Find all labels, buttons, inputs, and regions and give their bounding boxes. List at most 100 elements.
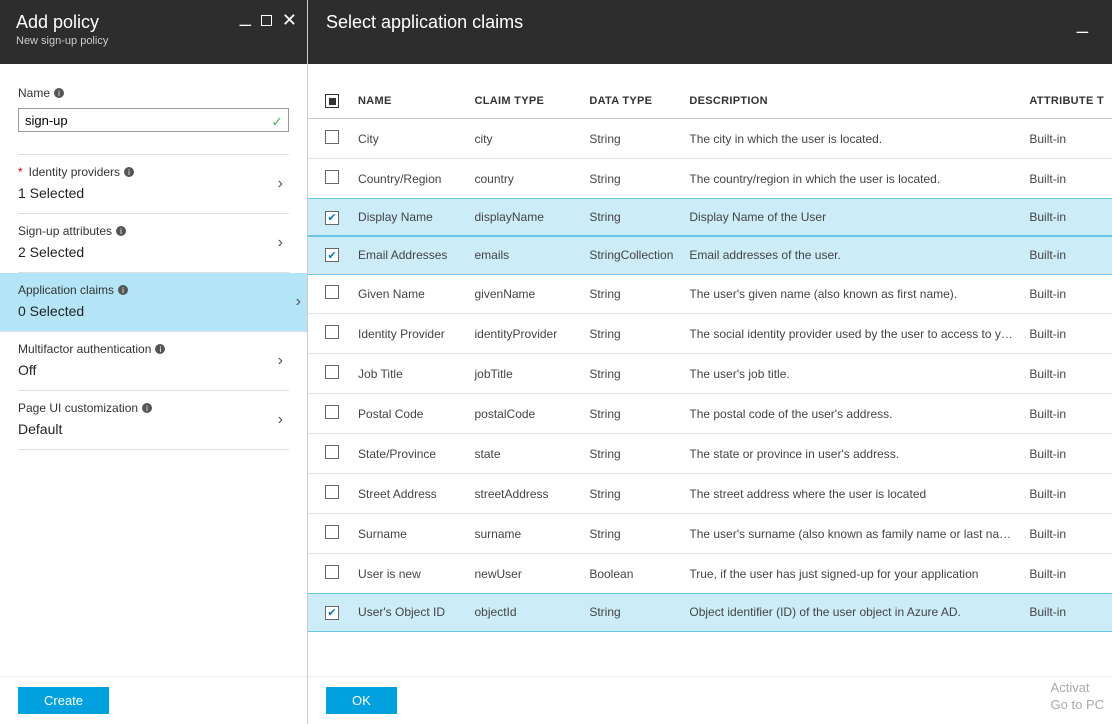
select-all-checkbox[interactable] xyxy=(325,94,339,108)
row-checkbox[interactable] xyxy=(325,485,339,499)
name-input-wrap: ✓ xyxy=(18,102,289,132)
table-row[interactable]: Display NamedisplayNameStringDisplay Nam… xyxy=(308,199,1112,237)
row-checkbox[interactable] xyxy=(325,285,339,299)
section-label-text: Sign-up attributes xyxy=(18,224,112,238)
cell-data-type: String xyxy=(581,394,681,434)
row-checkbox[interactable] xyxy=(325,248,339,262)
section-label-text: Page UI customization xyxy=(18,401,138,415)
close-icon[interactable]: ✕ xyxy=(282,11,297,29)
row-checkbox[interactable] xyxy=(325,365,339,379)
create-button[interactable]: Create xyxy=(18,687,109,714)
cell-name: State/Province xyxy=(350,434,466,474)
maximize-icon[interactable] xyxy=(261,15,272,26)
col-name[interactable]: NAME xyxy=(350,84,466,119)
cell-attribute: Built-in xyxy=(1021,199,1112,237)
col-claim-type[interactable]: CLAIM TYPE xyxy=(467,84,582,119)
cell-data-type: String xyxy=(581,274,681,314)
cell-description: The user's given name (also known as fir… xyxy=(681,274,1021,314)
table-row[interactable]: Street AddressstreetAddressStringThe str… xyxy=(308,474,1112,514)
section-value: 0 Selected xyxy=(18,303,289,319)
row-checkbox[interactable] xyxy=(325,170,339,184)
cell-claim-type: givenName xyxy=(467,274,582,314)
section-label-text: Multifactor authentication xyxy=(18,342,151,356)
cell-name: Job Title xyxy=(350,354,466,394)
add-policy-panel: Add policy New sign-up policy _ ✕ Name i… xyxy=(0,0,308,724)
cell-data-type: StringCollection xyxy=(581,236,681,274)
cell-name: Email Addresses xyxy=(350,236,466,274)
cell-name: Surname xyxy=(350,514,466,554)
section-label: Multifactor authentication i xyxy=(18,342,289,356)
cell-claim-type: newUser xyxy=(467,554,582,594)
left-panel-footer: Create xyxy=(0,676,307,724)
section-label: *Identity providersi xyxy=(18,165,289,179)
info-icon[interactable]: i xyxy=(124,167,134,177)
chevron-right-icon: › xyxy=(278,175,283,193)
right-panel-header: Select application claims _ xyxy=(308,0,1112,64)
section-label: Page UI customization i xyxy=(18,401,289,415)
col-data-type[interactable]: DATA TYPE xyxy=(581,84,681,119)
cell-data-type: String xyxy=(581,594,681,632)
row-checkbox[interactable] xyxy=(325,405,339,419)
cell-attribute: Built-in xyxy=(1021,314,1112,354)
cell-description: The country/region in which the user is … xyxy=(681,159,1021,199)
table-row[interactable]: CitycityStringThe city in which the user… xyxy=(308,119,1112,159)
cell-description: The street address where the user is loc… xyxy=(681,474,1021,514)
row-checkbox[interactable] xyxy=(325,211,339,225)
minimize-icon[interactable]: _ xyxy=(240,6,251,26)
table-row[interactable]: Job TitlejobTitleStringThe user's job ti… xyxy=(308,354,1112,394)
info-icon[interactable]: i xyxy=(155,344,165,354)
cell-name: Given Name xyxy=(350,274,466,314)
table-row[interactable]: Identity ProvideridentityProviderStringT… xyxy=(308,314,1112,354)
table-row[interactable]: Postal CodepostalCodeStringThe postal co… xyxy=(308,394,1112,434)
table-row[interactable]: Given NamegivenNameStringThe user's give… xyxy=(308,274,1112,314)
cell-claim-type: state xyxy=(467,434,582,474)
row-checkbox[interactable] xyxy=(325,565,339,579)
name-input[interactable] xyxy=(18,108,289,132)
cell-data-type: String xyxy=(581,199,681,237)
info-icon[interactable]: i xyxy=(116,226,126,236)
section-item[interactable]: Application claimsi0 Selected› xyxy=(0,273,307,332)
cell-name: Street Address xyxy=(350,474,466,514)
row-checkbox[interactable] xyxy=(325,445,339,459)
cell-data-type: String xyxy=(581,514,681,554)
row-checkbox[interactable] xyxy=(325,130,339,144)
info-icon[interactable]: i xyxy=(118,285,128,295)
info-icon[interactable]: i xyxy=(54,88,64,98)
cell-data-type: String xyxy=(581,314,681,354)
cell-name: User's Object ID xyxy=(350,594,466,632)
section-value: 2 Selected xyxy=(18,244,289,260)
section-item[interactable]: Sign-up attributesi2 Selected› xyxy=(18,214,289,273)
name-field-label: Name i xyxy=(18,86,64,100)
cell-name: Postal Code xyxy=(350,394,466,434)
section-item[interactable]: Page UI customizationiDefault› xyxy=(18,391,289,450)
table-row[interactable]: SurnamesurnameStringThe user's surname (… xyxy=(308,514,1112,554)
cell-description: The postal code of the user's address. xyxy=(681,394,1021,434)
claims-table: NAME CLAIM TYPE DATA TYPE DESCRIPTION AT… xyxy=(308,84,1112,632)
col-description[interactable]: DESCRIPTION xyxy=(681,84,1021,119)
cell-attribute: Built-in xyxy=(1021,594,1112,632)
cell-claim-type: surname xyxy=(467,514,582,554)
section-item[interactable]: *Identity providersi1 Selected› xyxy=(18,154,289,214)
table-row[interactable]: Email AddressesemailsStringCollectionEma… xyxy=(308,236,1112,274)
section-value: Default xyxy=(18,421,289,437)
minimize-icon[interactable]: _ xyxy=(1077,12,1088,35)
table-row[interactable]: User's Object IDobjectIdStringObject ide… xyxy=(308,594,1112,632)
cell-claim-type: identityProvider xyxy=(467,314,582,354)
table-row[interactable]: State/ProvincestateStringThe state or pr… xyxy=(308,434,1112,474)
section-item[interactable]: Multifactor authenticationiOff› xyxy=(18,332,289,391)
row-checkbox[interactable] xyxy=(325,525,339,539)
row-checkbox[interactable] xyxy=(325,325,339,339)
cell-name: User is new xyxy=(350,554,466,594)
info-icon[interactable]: i xyxy=(142,403,152,413)
table-row[interactable]: User is newnewUserBooleanTrue, if the us… xyxy=(308,554,1112,594)
cell-description: Display Name of the User xyxy=(681,199,1021,237)
claims-header-row: NAME CLAIM TYPE DATA TYPE DESCRIPTION AT… xyxy=(308,84,1112,119)
ok-button[interactable]: OK xyxy=(326,687,397,714)
required-asterisk: * xyxy=(18,165,23,179)
col-attribute[interactable]: ATTRIBUTE T xyxy=(1021,84,1112,119)
cell-claim-type: country xyxy=(467,159,582,199)
select-claims-panel: Select application claims _ NAME CLAIM T… xyxy=(308,0,1112,724)
row-checkbox[interactable] xyxy=(325,606,339,620)
table-row[interactable]: Country/RegioncountryStringThe country/r… xyxy=(308,159,1112,199)
cell-description: The user's job title. xyxy=(681,354,1021,394)
